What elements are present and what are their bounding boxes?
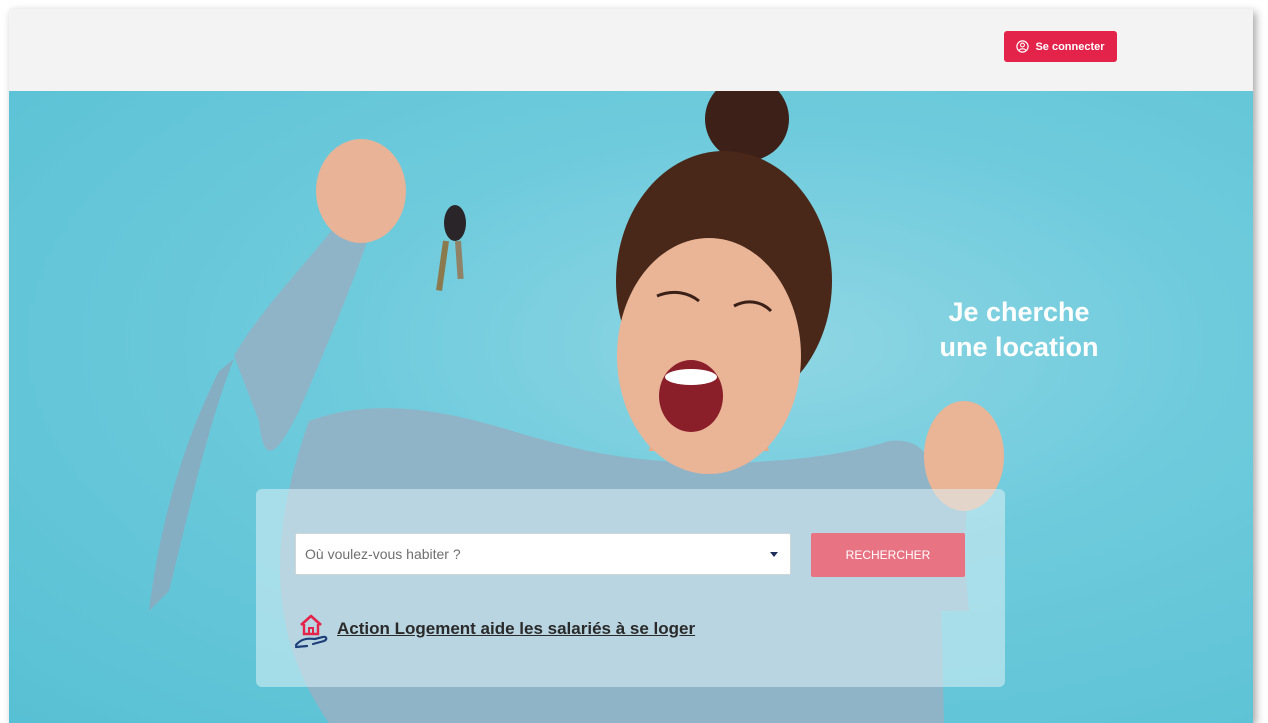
headline-line-1: Je cherche (948, 297, 1090, 327)
headline-line-2: une location (939, 332, 1099, 362)
location-select[interactable]: Où voulez-vous habiter ? (295, 533, 791, 575)
action-logement-promo[interactable]: Action Logement aide les salariés à se l… (293, 609, 695, 649)
browser-viewport: Se connecter Je cherche une location Où … (9, 9, 1253, 723)
hero-headline: Je cherche une location (909, 295, 1129, 365)
house-in-hand-icon (294, 614, 328, 649)
login-label: Se connecter (1035, 40, 1105, 53)
chevron-down-icon (770, 552, 778, 557)
action-logement-link[interactable]: Action Logement aide les salariés à se l… (337, 619, 695, 639)
location-select-placeholder: Où voulez-vous habiter ? (305, 546, 461, 562)
login-button[interactable]: Se connecter (1004, 31, 1117, 62)
hero-banner: Je cherche une location Où voulez-vous h… (9, 91, 1253, 723)
search-panel: Où voulez-vous habiter ? RECHERCHER Acti… (256, 489, 1005, 687)
user-circle-icon (1016, 40, 1030, 53)
search-button-label: RECHERCHER (845, 548, 931, 562)
site-header: Se connecter (9, 9, 1253, 91)
search-button[interactable]: RECHERCHER (811, 533, 965, 577)
